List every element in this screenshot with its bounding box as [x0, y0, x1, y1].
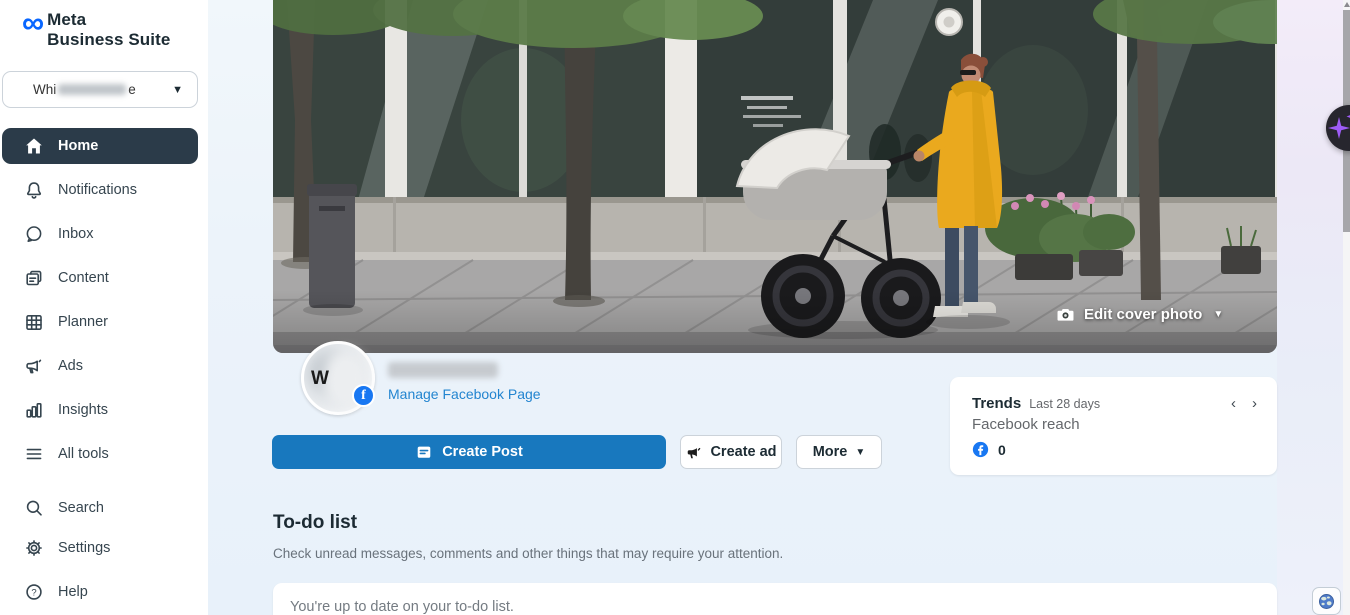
menu-lines-icon: [24, 444, 44, 464]
create-ad-label: Create ad: [710, 444, 776, 460]
sidebar-item-label: Content: [58, 270, 109, 286]
scrollbar-up-arrow[interactable]: [1344, 2, 1350, 7]
sidebar-item-all-tools[interactable]: All tools: [2, 436, 198, 472]
sidebar-item-content[interactable]: Content: [2, 260, 198, 296]
calendar-grid-icon: [24, 312, 44, 332]
trends-period: Last 28 days: [1029, 397, 1100, 411]
sidebar-item-label: Home: [58, 138, 98, 154]
sidebar-item-label: Notifications: [58, 182, 137, 198]
meta-business-suite-logo: ∞ Meta Business Suite: [22, 10, 170, 50]
trends-metric: Facebook reach: [972, 416, 1257, 433]
sparkles-icon: [1326, 105, 1350, 151]
more-button[interactable]: More ▼: [796, 435, 882, 469]
trends-next-icon[interactable]: ›: [1252, 397, 1257, 411]
cover-photo: Edit cover photo ▼: [273, 0, 1277, 353]
trends-card: Trends Last 28 days ‹ › Facebook reach 0: [950, 377, 1277, 475]
create-post-button[interactable]: Create Post: [272, 435, 666, 469]
megaphone-icon: [685, 444, 702, 461]
right-gutter: [1277, 0, 1343, 615]
create-ad-button[interactable]: Create ad: [680, 435, 782, 469]
search-icon: [24, 498, 44, 518]
sidebar-item-label: Insights: [58, 402, 108, 418]
facebook-reach-value: 0: [998, 442, 1006, 458]
trends-prev-icon[interactable]: ‹: [1231, 397, 1236, 411]
sidebar-item-label: Ads: [58, 358, 83, 374]
edit-cover-photo-label: Edit cover photo: [1084, 306, 1202, 323]
business-switcher[interactable]: Whi e ▼: [2, 71, 198, 108]
globe-button[interactable]: [1312, 587, 1341, 615]
chevron-down-icon: ▼: [855, 447, 865, 458]
sidebar-item-label: Help: [58, 584, 88, 600]
sidebar-item-planner[interactable]: Planner: [2, 304, 198, 340]
facebook-icon: [972, 441, 989, 458]
avatar-letter: W: [311, 368, 329, 390]
todo-empty-message: You're up to date on your to-do list.: [290, 599, 514, 615]
brand-line1: Meta: [47, 10, 170, 30]
sidebar-item-label: Search: [58, 500, 104, 516]
meta-infinity-icon: ∞: [22, 10, 43, 36]
more-label: More: [813, 444, 848, 460]
sidebar-item-ads[interactable]: Ads: [2, 348, 198, 384]
home-icon: [24, 136, 44, 156]
svg-text:?: ?: [31, 587, 36, 598]
business-name: Whi e: [33, 82, 136, 97]
bell-icon: [24, 180, 44, 200]
bar-chart-icon: [24, 400, 44, 420]
sidebar-item-home[interactable]: Home: [2, 128, 198, 164]
todo-empty-state-card: You're up to date on your to-do list.: [273, 583, 1277, 615]
sidebar-item-inbox[interactable]: Inbox: [2, 216, 198, 252]
megaphone-icon: [24, 356, 44, 376]
sidebar-item-settings[interactable]: Settings: [2, 530, 198, 566]
post-icon: [415, 443, 433, 461]
sidebar-item-label: Inbox: [58, 226, 93, 242]
blurred-page-name: [388, 362, 498, 378]
sidebar-item-label: Planner: [58, 314, 108, 330]
create-post-label: Create Post: [442, 444, 523, 460]
chevron-down-icon: ▼: [1213, 309, 1223, 320]
todo-list-subtitle: Check unread messages, comments and othe…: [273, 546, 783, 561]
facebook-badge-icon: f: [352, 384, 375, 407]
globe-icon: [1317, 592, 1336, 611]
edit-cover-photo-button[interactable]: Edit cover photo ▼: [1056, 305, 1223, 324]
brand-line2: Business Suite: [47, 30, 170, 50]
sidebar-item-notifications[interactable]: Notifications: [2, 172, 198, 208]
camera-icon: [1056, 305, 1075, 324]
question-circle-icon: ?: [24, 582, 44, 602]
gear-icon: [24, 538, 44, 558]
content-stack-icon: [24, 268, 44, 288]
sidebar: ∞ Meta Business Suite Whi e ▼ Home Notif…: [0, 0, 208, 615]
todo-list-title: To-do list: [273, 512, 357, 534]
blurred-business-name: [58, 84, 126, 95]
sidebar-item-search[interactable]: Search: [2, 490, 198, 526]
sidebar-item-label: Settings: [58, 540, 110, 556]
sidebar-item-label: All tools: [58, 446, 109, 462]
ai-assistant-button[interactable]: [1326, 105, 1350, 151]
chat-bubble-icon: [24, 224, 44, 244]
sidebar-item-insights[interactable]: Insights: [2, 392, 198, 428]
manage-facebook-page-link[interactable]: Manage Facebook Page: [388, 386, 541, 402]
chevron-down-icon: ▼: [172, 84, 183, 96]
sidebar-item-help[interactable]: ? Help: [2, 574, 198, 610]
trends-title: Trends: [972, 395, 1021, 412]
